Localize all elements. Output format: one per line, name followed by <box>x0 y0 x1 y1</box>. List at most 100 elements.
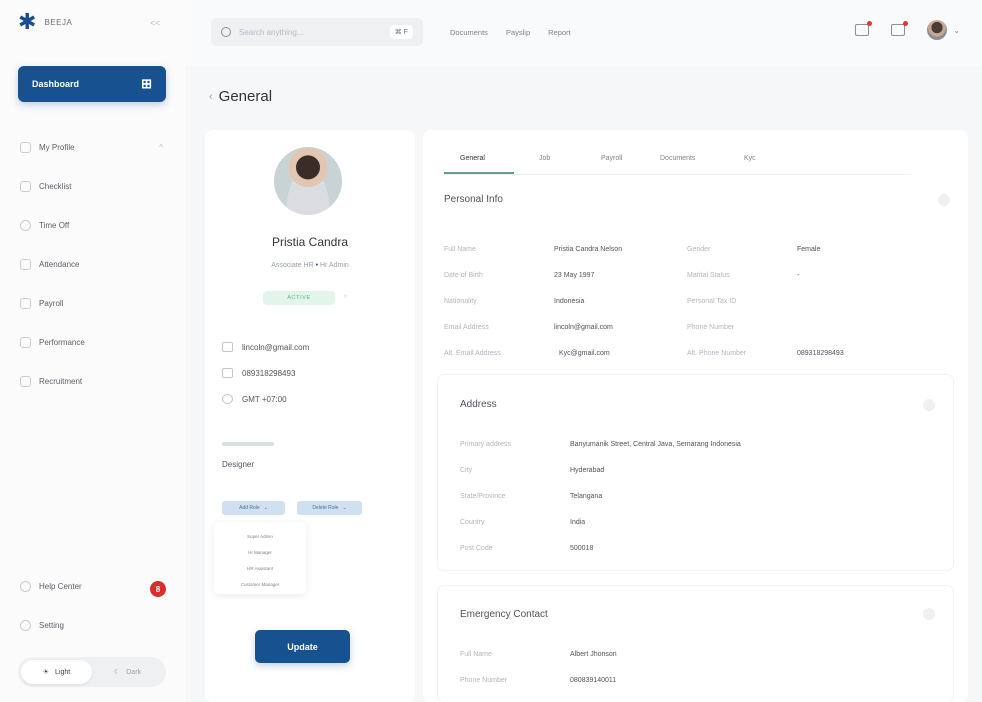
mail-icon[interactable] <box>855 21 873 36</box>
field-value: Albert Jhonson <box>570 651 617 658</box>
checklist-icon <box>20 181 31 192</box>
top-link-documents[interactable]: Documents <box>450 28 488 37</box>
tab-kyc[interactable]: Kyc <box>744 155 756 162</box>
top-link-report[interactable]: Report <box>548 28 571 37</box>
contact-phone-value: 089318298493 <box>242 368 296 378</box>
sidebar-item-label: Time Off <box>39 221 70 230</box>
help-icon <box>20 581 31 592</box>
delete-role-button[interactable]: Delete Role ⌄ <box>297 501 362 515</box>
contact-timezone-value: GMT +07:00 <box>242 394 287 404</box>
top-icons: ⌄ <box>855 20 960 40</box>
page-title: ‹ General <box>209 88 272 105</box>
field-label: Country <box>460 519 485 526</box>
tab-job[interactable]: Job <box>539 155 550 162</box>
delete-role-label: Delete Role <box>312 505 339 511</box>
update-button[interactable]: Update <box>255 630 350 663</box>
sidebar-item-time-off[interactable]: Time Off <box>0 206 185 245</box>
top-link-payslip[interactable]: Payslip <box>506 28 530 37</box>
back-icon[interactable]: ‹ <box>209 91 213 103</box>
field-value: Kyc@gmail.com <box>559 350 610 357</box>
tab-payroll[interactable]: Payroll <box>601 155 622 162</box>
sidebar-item-label: Checklist <box>39 182 72 191</box>
role-dropdown-menu: Super Admin Hr Manager HR Assistant Cust… <box>214 522 306 594</box>
contact-email-value: lincoln@gmail.com <box>242 342 310 352</box>
field-label: State/Province <box>460 493 506 500</box>
dashboard-button[interactable]: Dashboard ⊞ <box>18 66 166 102</box>
chevron-down-icon: ⌄ <box>342 505 347 511</box>
theme-toggle: ☀ Light ☾ Dark <box>18 657 166 687</box>
role-primary: Associate HR <box>271 262 314 269</box>
chevron-right-icon[interactable]: › <box>344 293 346 300</box>
field-label: Full Name <box>444 246 476 253</box>
chevron-down-icon[interactable]: ⌄ <box>953 26 960 35</box>
add-role-button[interactable]: Add Role ⌄ <box>222 501 285 515</box>
sidebar-nav: My Profile ^ Checklist Time Off Attendan… <box>0 128 185 401</box>
field-value: - <box>797 272 800 279</box>
sidebar-item-my-profile[interactable]: My Profile ^ <box>0 128 185 167</box>
field-value: Telangana <box>570 493 603 500</box>
field-label: Phone Number <box>460 677 508 684</box>
list-icon <box>20 259 31 270</box>
tab-documents[interactable]: Documents <box>660 155 695 162</box>
status-badge[interactable]: ACTIVE <box>263 291 335 305</box>
field-value: India <box>570 519 586 526</box>
field-label: Phone Number <box>687 324 735 331</box>
setting-link[interactable]: Setting <box>20 620 64 631</box>
active-tab-indicator <box>444 172 514 174</box>
field-value: Pristia Candra Nelson <box>554 246 623 253</box>
details-card: General Job Payroll Documents Kyc Person… <box>423 130 968 702</box>
role-option[interactable]: Customer Manager <box>214 576 306 592</box>
chat-icon[interactable] <box>891 21 909 36</box>
role-option[interactable]: Super Admin <box>214 528 306 544</box>
search-icon <box>221 27 231 37</box>
sidebar-item-payroll[interactable]: Payroll <box>0 284 185 323</box>
star-logo-icon: ✱ <box>18 9 37 34</box>
role-option[interactable]: Hr Manager <box>214 544 306 560</box>
field-label: City <box>460 467 473 474</box>
setting-label: Setting <box>39 621 64 630</box>
unread-dot <box>903 21 909 26</box>
gear-icon <box>20 620 31 631</box>
user-avatar[interactable] <box>927 20 948 40</box>
field-value: 23 May 1997 <box>554 272 595 279</box>
collapse-sidebar-icon[interactable]: << <box>150 18 161 28</box>
sidebar-item-performance[interactable]: Performance <box>0 323 185 362</box>
theme-light-option[interactable]: ☀ Light <box>21 660 92 684</box>
help-center-label: Help Center <box>39 582 82 591</box>
help-center-link[interactable]: Help Center <box>20 581 82 592</box>
page-title-text: General <box>218 88 273 105</box>
field-label: Nationality <box>444 298 477 305</box>
address-title: Address <box>460 399 497 410</box>
sidebar-item-attendance[interactable]: Attendance <box>0 245 185 284</box>
sidebar-item-recruitment[interactable]: Recruitment <box>0 362 185 401</box>
sidebar-item-checklist[interactable]: Checklist <box>0 167 185 206</box>
tab-general[interactable]: General <box>460 155 485 162</box>
department-value: Designer <box>222 460 255 469</box>
theme-light-label: Light <box>55 668 71 676</box>
field-value: 500018 <box>570 545 594 552</box>
field-label: Post Code <box>460 545 493 552</box>
dashboard-label: Dashboard <box>32 79 80 89</box>
edit-icon[interactable] <box>938 194 950 206</box>
contact-timezone: GMT +07:00 <box>222 394 287 404</box>
sidebar-item-label: My Profile <box>39 143 75 152</box>
unread-dot <box>867 21 873 26</box>
globe-icon <box>222 394 233 404</box>
theme-dark-option[interactable]: ☾ Dark <box>92 660 163 684</box>
field-value: Indonesia <box>554 298 585 305</box>
role-option[interactable]: HR Assistant <box>214 560 306 576</box>
role-separator-icon: • <box>315 262 319 269</box>
profile-card: Pristia Candra Associate HR • Hr Admin A… <box>205 130 415 702</box>
field-label: Primary address <box>460 441 511 448</box>
emergency-contact-card: Emergency Contact Full Name Albert Jhons… <box>438 586 953 702</box>
field-label: Alt. Email Address <box>444 350 501 357</box>
edit-icon[interactable] <box>923 399 935 411</box>
chevron-up-icon: ^ <box>159 143 163 152</box>
search-bar[interactable]: ⌘ F <box>211 18 423 46</box>
contact-email: lincoln@gmail.com <box>222 342 309 352</box>
wallet-icon <box>20 298 31 309</box>
app-logo[interactable]: ✱ BEEJA <box>18 9 72 34</box>
profile-role: Associate HR • Hr Admin <box>205 262 415 269</box>
edit-icon[interactable] <box>923 608 935 620</box>
search-input[interactable] <box>239 27 390 37</box>
